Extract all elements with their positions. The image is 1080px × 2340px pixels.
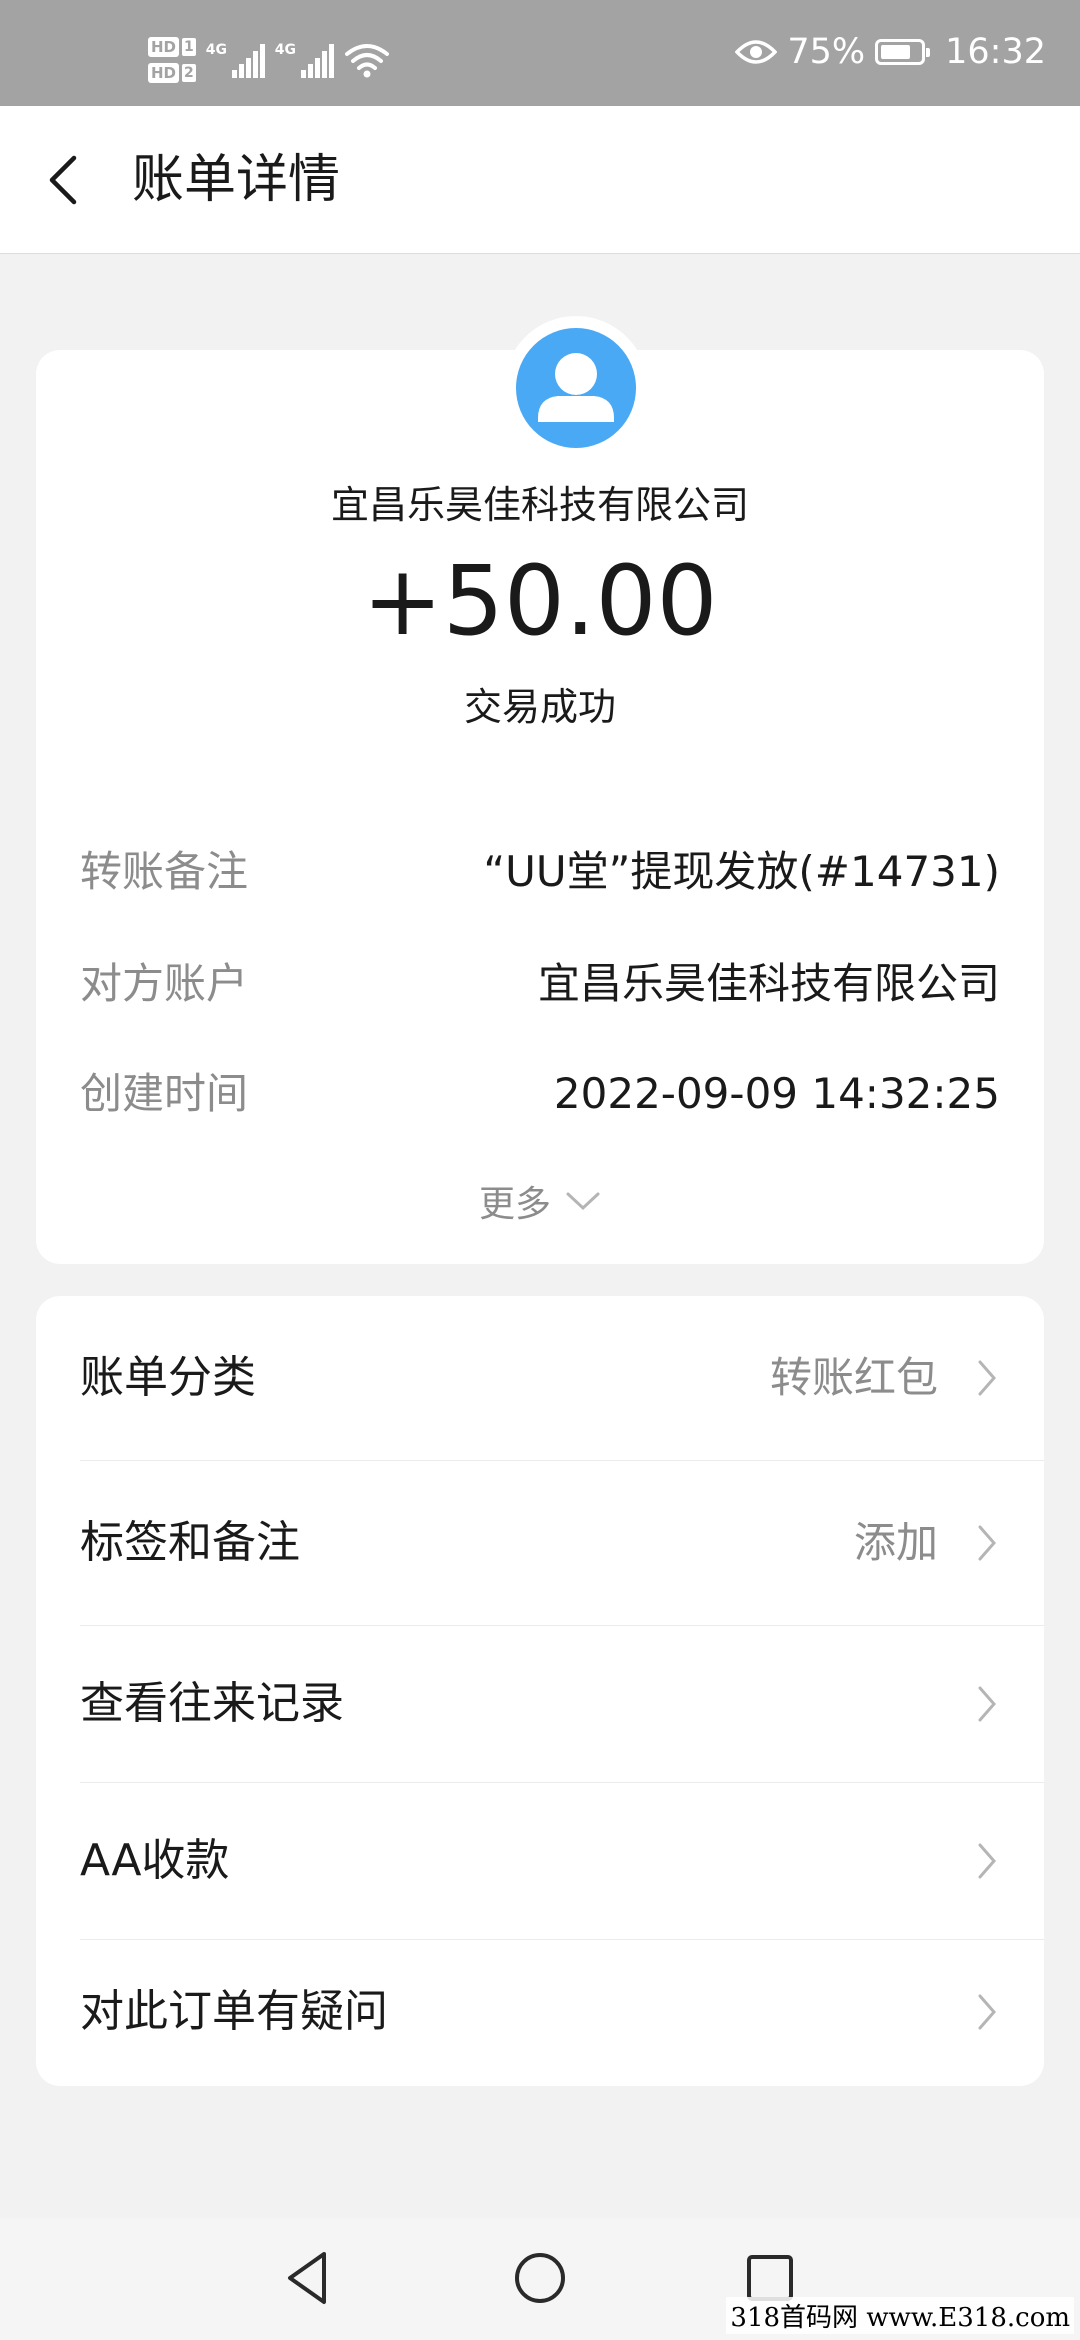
detail-value: “UU堂”提现发放(#14731) (483, 847, 1000, 896)
nav-back-icon[interactable] (276, 2246, 340, 2310)
more-button[interactable]: 更多 (36, 1176, 1044, 1226)
watermark: 318首码网 www.E318.com (726, 2297, 1074, 2334)
transaction-status: 交易成功 (463, 685, 616, 729)
chevron-right-icon (978, 1686, 996, 1722)
detail-label: 创建时间 (80, 1069, 249, 1118)
hd-sim2-badge: HD 2 (148, 63, 196, 83)
status-bar: HD 1 HD 2 4G 4G 75% 16:32 (0, 0, 1080, 106)
option-value: 添加 (853, 1518, 938, 1567)
eye-comfort-icon (735, 40, 778, 64)
page-title: 账单详情 (132, 150, 341, 210)
network-indicators: HD 1 HD 2 4G 4G (148, 30, 390, 90)
more-label: 更多 (478, 1184, 551, 1225)
signal-sim1-icon: 4G (206, 42, 265, 78)
option-label: 标签和备注 (80, 1517, 300, 1568)
payee-avatar (504, 316, 648, 460)
options-card: 账单分类 转账红包 标签和备注 添加 查看往来记录 AA收款 对此订单有疑问 (36, 1296, 1044, 2086)
detail-value: 宜昌乐昊佳科技有限公司 (537, 959, 1000, 1008)
option-bill-category[interactable]: 账单分类 转账红包 (36, 1296, 1044, 1460)
transaction-amount: +50.00 (362, 545, 718, 657)
detail-row-created-time: 创建时间 2022-09-09 14:32:25 (80, 1064, 1000, 1124)
option-aa-collect[interactable]: AA收款 (36, 1783, 1044, 1939)
chevron-right-icon (978, 1843, 996, 1879)
transaction-card: 宜昌乐昊佳科技有限公司 +50.00 交易成功 转账备注 “UU堂”提现发放(#… (36, 316, 1044, 1264)
detail-value: 2022-09-09 14:32:25 (553, 1069, 1000, 1118)
option-label: 对此订单有疑问 (80, 1986, 388, 2037)
detail-label: 转账备注 (80, 847, 249, 896)
payee-name: 宜昌乐昊佳科技有限公司 (330, 483, 749, 527)
battery-percent: 75% (787, 32, 866, 72)
nav-home-icon[interactable] (508, 2246, 572, 2310)
battery-icon (875, 39, 931, 65)
option-label: 账单分类 (80, 1352, 256, 1403)
option-value: 转账红包 (769, 1353, 938, 1402)
hd-sim1-badge: HD 1 (148, 37, 196, 57)
app-header: 账单详情 (0, 106, 1080, 254)
option-order-question[interactable]: 对此订单有疑问 (36, 1940, 1044, 2086)
option-tags-notes[interactable]: 标签和备注 添加 (36, 1461, 1044, 1625)
detail-row-counterparty: 对方账户 宜昌乐昊佳科技有限公司 (80, 954, 1000, 1014)
option-label: 查看往来记录 (80, 1678, 344, 1729)
detail-row-remark: 转账备注 “UU堂”提现发放(#14731) (80, 842, 1000, 902)
back-arrow-icon[interactable] (40, 150, 90, 210)
option-label: AA收款 (80, 1835, 230, 1886)
wifi-icon (344, 44, 389, 78)
chevron-down-icon (566, 1192, 600, 1211)
chevron-right-icon (978, 1994, 996, 2030)
option-view-history[interactable]: 查看往来记录 (36, 1626, 1044, 1782)
battery-fill (881, 45, 910, 59)
person-icon (538, 353, 614, 422)
signal-sim2-icon: 4G (275, 42, 334, 78)
chevron-right-icon (978, 1525, 996, 1561)
detail-label: 对方账户 (80, 959, 249, 1008)
clock: 16:32 (945, 32, 1046, 72)
chevron-right-icon (978, 1360, 996, 1396)
